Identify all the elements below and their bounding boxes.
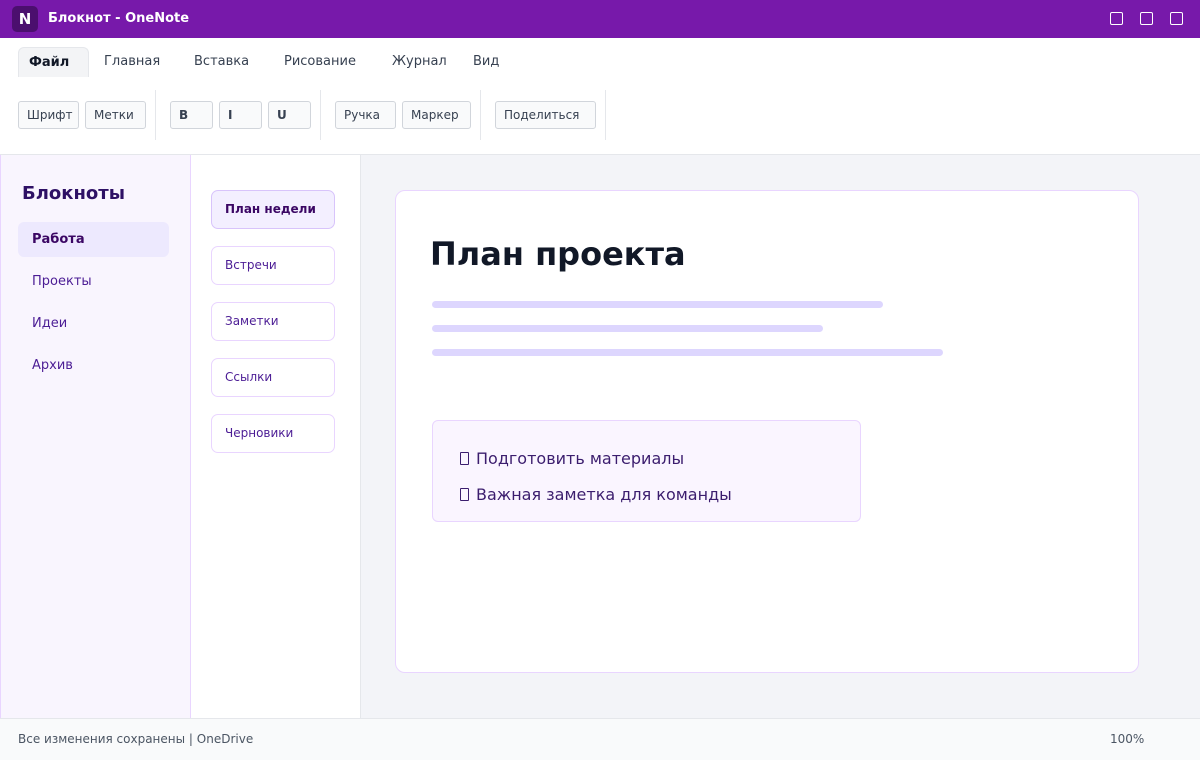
task-label: Подготовить материалы: [476, 449, 685, 468]
note-title[interactable]: План проекта: [430, 235, 686, 273]
ribbon-toolbar: Шрифт Метки B I U Ручка Маркер Поделитьс…: [0, 82, 1200, 155]
status-bar: Все изменения сохранены | OneDrive 100%: [0, 718, 1200, 760]
save-status: Все изменения сохранены | OneDrive: [18, 732, 254, 746]
notebook-item-projects[interactable]: Проекты: [18, 264, 169, 299]
tags-button[interactable]: Метки: [85, 101, 146, 129]
italic-button[interactable]: I: [219, 101, 262, 129]
task-label: Важная заметка для команды: [476, 485, 732, 504]
notebook-item-archive[interactable]: Архив: [18, 348, 169, 383]
tab-insert[interactable]: Вставка: [184, 47, 259, 77]
title-bar: N Блокнот - OneNote: [0, 0, 1200, 38]
text-placeholder-line: [432, 325, 823, 332]
onenote-logo-icon: N: [12, 6, 38, 32]
pages-list: План недели Встречи Заметки Ссылки Черно…: [191, 155, 361, 718]
notebook-item-ideas[interactable]: Идеи: [18, 306, 169, 341]
ribbon-divider: [480, 90, 481, 140]
tab-history[interactable]: Журнал: [382, 47, 457, 77]
zoom-level[interactable]: 100%: [1110, 732, 1144, 746]
pen-button[interactable]: Ручка: [335, 101, 396, 129]
task-item[interactable]: Подготовить материалы: [460, 449, 684, 468]
page-item-drafts[interactable]: Черновики: [211, 414, 335, 453]
window-title: Блокнот - OneNote: [48, 11, 190, 26]
page-item-meetings[interactable]: Встречи: [211, 246, 335, 285]
notebook-item-work[interactable]: Работа: [18, 222, 169, 257]
notebooks-heading: Блокноты: [22, 183, 125, 204]
close-icon[interactable]: [1170, 12, 1183, 25]
text-placeholder-line: [432, 301, 883, 308]
tab-home[interactable]: Главная: [94, 47, 170, 77]
bold-button[interactable]: B: [170, 101, 213, 129]
text-placeholder-line: [432, 349, 943, 356]
page-item-links[interactable]: Ссылки: [211, 358, 335, 397]
share-button[interactable]: Поделиться: [495, 101, 596, 129]
note-canvas: План проекта Подготовить материалы Важна…: [361, 155, 1200, 718]
ribbon-divider: [605, 90, 606, 140]
page-item-notes[interactable]: Заметки: [211, 302, 335, 341]
notebooks-sidebar: Блокноты Работа Проекты Идеи Архив: [0, 155, 191, 718]
tab-view[interactable]: Вид: [463, 47, 509, 77]
menu-bar: Файл Главная Вставка Рисование Журнал Ви…: [0, 38, 1200, 82]
tab-file[interactable]: Файл: [18, 47, 89, 77]
task-item[interactable]: Важная заметка для команды: [460, 485, 732, 504]
highlighter-button[interactable]: Маркер: [402, 101, 471, 129]
minimize-icon[interactable]: [1110, 12, 1123, 25]
ribbon-divider: [320, 90, 321, 140]
checkbox-icon[interactable]: [460, 488, 469, 501]
ribbon-divider: [155, 90, 156, 140]
tab-draw[interactable]: Рисование: [274, 47, 366, 77]
note-page[interactable]: План проекта Подготовить материалы Важна…: [395, 190, 1139, 673]
task-list: Подготовить материалы Важная заметка для…: [432, 420, 861, 522]
underline-button[interactable]: U: [268, 101, 311, 129]
font-button[interactable]: Шрифт: [18, 101, 79, 129]
page-item-week-plan[interactable]: План недели: [211, 190, 335, 229]
checkbox-icon[interactable]: [460, 452, 469, 465]
maximize-icon[interactable]: [1140, 12, 1153, 25]
